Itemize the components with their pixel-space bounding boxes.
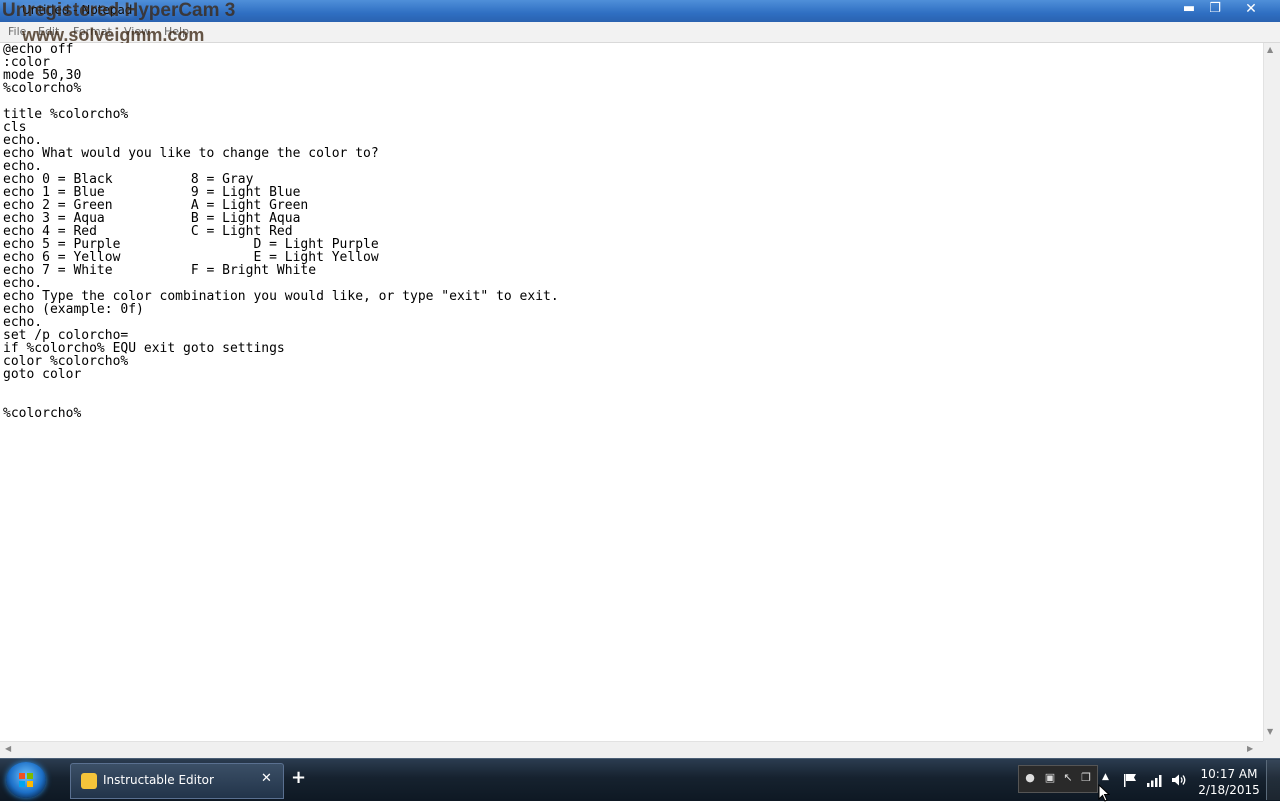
record-icon[interactable]: ● [1023, 771, 1037, 785]
instructables-robot-icon [81, 773, 97, 789]
volume-icon[interactable] [1171, 773, 1187, 787]
windows-orb-icon [19, 773, 33, 787]
horizontal-scrollbar[interactable]: ◀ ▶ [0, 741, 1263, 759]
scroll-right-arrow-icon[interactable]: ▶ [1247, 744, 1253, 753]
watermark-title: Unregistered HyperCam 3 [2, 0, 236, 21]
text-editor-area[interactable]: @echo off :color mode 50,30 %colorcho% t… [0, 43, 1263, 741]
maximize-button[interactable]: ❐ [1202, 0, 1228, 20]
editor-content[interactable]: @echo off :color mode 50,30 %colorcho% t… [0, 43, 1263, 420]
scroll-down-arrow-icon[interactable]: ▼ [1267, 727, 1273, 736]
scroll-left-arrow-icon[interactable]: ◀ [5, 744, 11, 753]
hypercam-tray-toolbar[interactable]: ● ▣ ↖ ❐ [1018, 765, 1098, 793]
show-hidden-icons-button[interactable]: ▲ [1102, 772, 1109, 782]
window-tool-icon[interactable]: ❐ [1079, 771, 1093, 785]
taskbar-tab-instructable-editor[interactable]: Instructable Editor ✕ [70, 763, 284, 799]
mouse-cursor-icon [1098, 784, 1110, 802]
scroll-up-arrow-icon[interactable]: ▲ [1267, 45, 1273, 54]
cursor-tool-icon[interactable]: ↖ [1061, 771, 1075, 785]
clock-time[interactable]: 10:17 AM [1196, 767, 1262, 781]
network-signal-icon[interactable] [1146, 774, 1162, 787]
taskbar: Instructable Editor ✕ + ● ▣ ↖ ❐ ▲ 10:17 … [0, 758, 1280, 801]
show-desktop-button[interactable] [1266, 760, 1280, 800]
action-center-flag-icon[interactable] [1122, 773, 1138, 787]
start-button[interactable] [6, 762, 46, 798]
clock-date[interactable]: 2/18/2015 [1196, 783, 1262, 797]
camera-icon[interactable]: ▣ [1043, 771, 1057, 785]
tab-close-icon[interactable]: ✕ [261, 771, 272, 786]
new-tab-button[interactable]: + [291, 767, 306, 788]
scrollbar-corner [1263, 741, 1280, 758]
minimize-button[interactable]: ▬ [1176, 0, 1202, 20]
tab-label: Instructable Editor [103, 773, 214, 787]
close-button[interactable]: ✕ [1228, 0, 1274, 20]
vertical-scrollbar[interactable]: ▲ ▼ [1263, 43, 1280, 741]
